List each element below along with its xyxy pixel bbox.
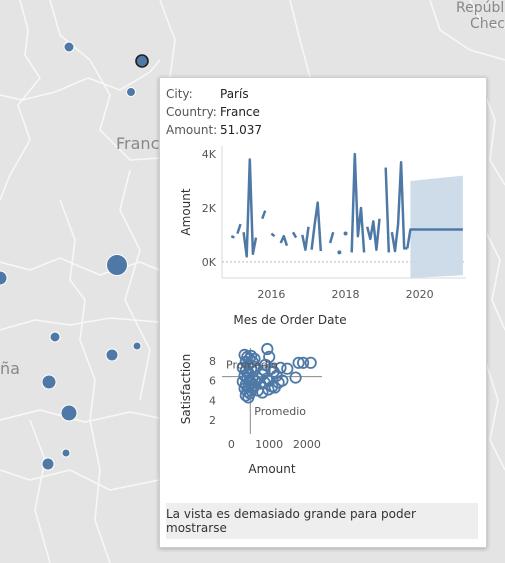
y-tick-label: 8 [209,355,216,368]
x-axis-title: Amount [248,462,295,476]
scatter-point [304,356,317,369]
map-mark [106,254,128,276]
map-label-czech-line-2: Checa [470,16,505,32]
y-tick-label: 4 [209,394,216,407]
map-mark [41,457,55,471]
x-tick-label: 0 [228,438,235,451]
map-mark [105,348,119,362]
map-label-czech-line-1: Repúbl [456,0,505,16]
map-label-france: Franc [116,134,160,153]
map-mark [41,374,57,390]
reference-label: Promedio [254,405,306,418]
scatter-point [289,371,302,384]
reference-label: Promedio [226,359,278,372]
satisfaction-scatter-chart: Promedio Promedio 2 4 6 8 0 1000 2000 Amount Satis… [179,342,322,476]
y-tick-label: 2 [209,414,216,427]
map-label-spain: ña [0,359,20,378]
map-mark [126,87,136,97]
map-mark [132,341,142,351]
map-mark [60,404,78,422]
scatter-point [281,362,294,375]
map-mark [49,331,61,343]
selected-map-mark-paris [135,54,149,68]
x-tick-label: 2000 [293,438,321,451]
map-mark [61,448,71,458]
tooltip: City: París Country: France Amount: 51.037 … [159,77,487,548]
y-axis-title: Satisfaction [179,354,193,424]
x-tick-label: 1000 [255,438,283,451]
y-tick-label: 6 [209,375,216,388]
map-mark [63,41,75,53]
tooltip-footer-message: La vista es demasiado grande para poder … [166,503,478,539]
